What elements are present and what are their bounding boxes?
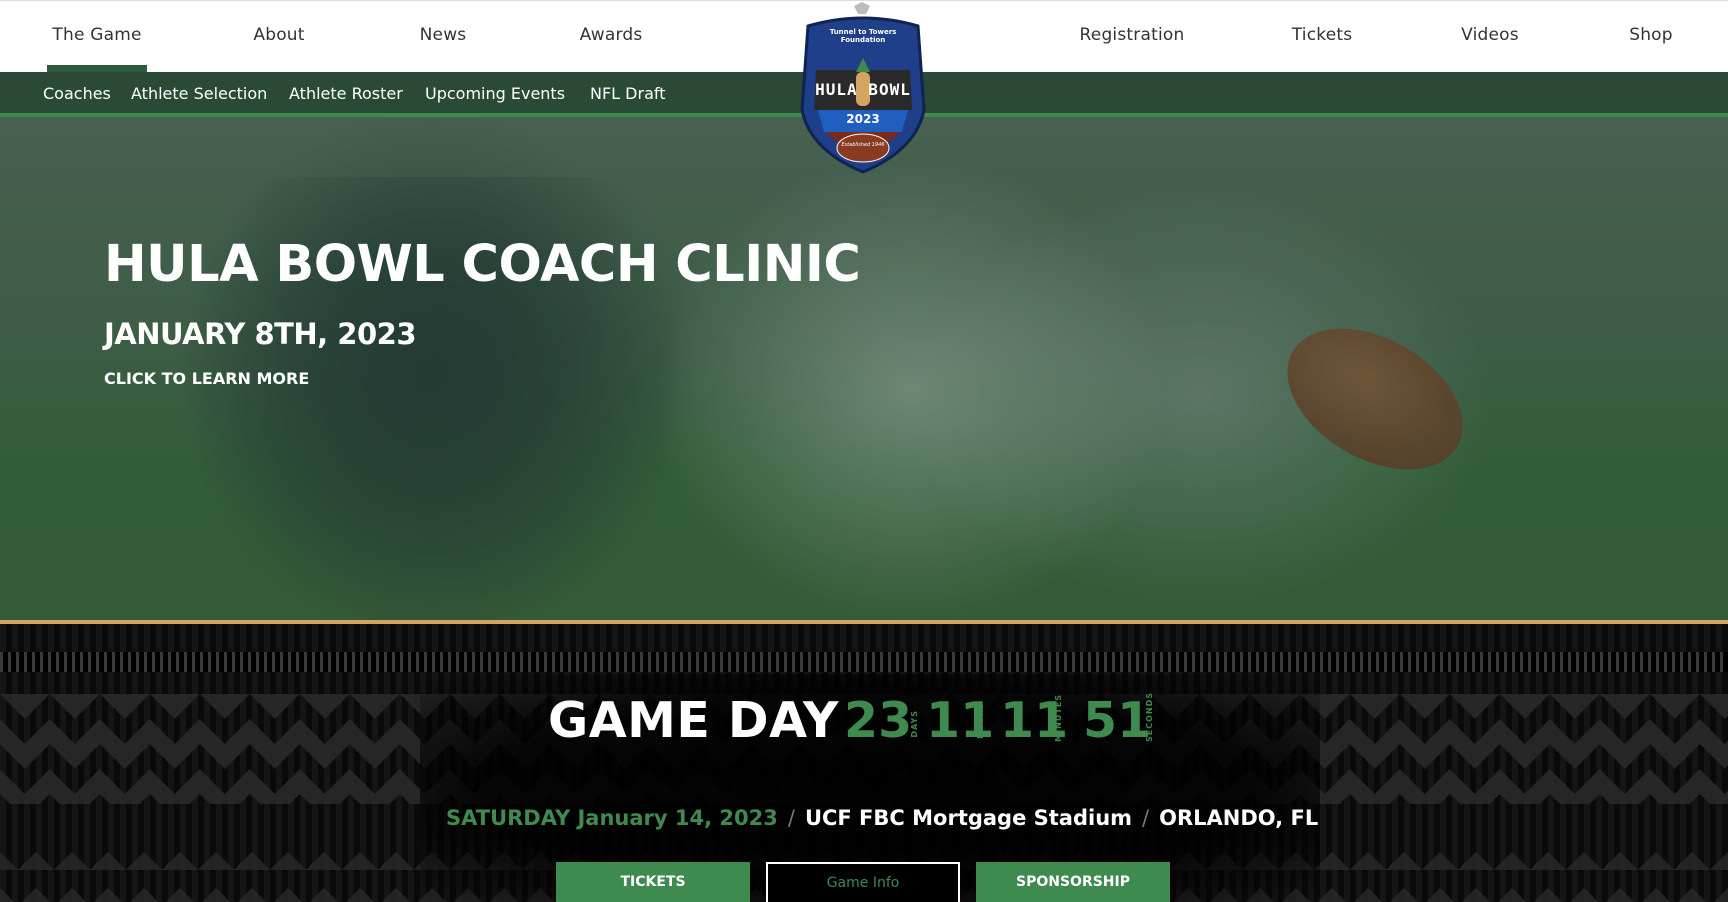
logo-name-text: HULA BOWL: [815, 80, 911, 99]
countdown-minutes-label: MINUTES: [1054, 694, 1063, 742]
countdown-days-label: DAYS: [910, 710, 919, 738]
game-info-button[interactable]: Game Info: [766, 862, 960, 902]
hero-banner[interactable]: HULA BOWL COACH CLINIC JANUARY 8TH, 2023…: [0, 117, 1728, 620]
countdown-days: 23: [844, 692, 913, 749]
nav-shop[interactable]: Shop: [1629, 25, 1673, 45]
separator: /: [787, 806, 795, 830]
subnav-coaches[interactable]: Coaches: [43, 84, 111, 103]
sponsorship-button[interactable]: SPONSORSHIP: [976, 862, 1170, 902]
subnav-upcoming-events[interactable]: Upcoming Events: [425, 84, 565, 103]
game-day-section: GAME DAY 23 DAYS 11 HOURS 11 MINUTES 51 …: [0, 620, 1728, 902]
nav-registration[interactable]: Registration: [1080, 25, 1185, 45]
nav-tickets[interactable]: Tickets: [1292, 25, 1353, 45]
countdown-seconds-label: SECONDS: [1145, 692, 1154, 742]
learn-more-link[interactable]: CLICK TO LEARN MORE: [104, 369, 309, 388]
logo-year-text: 2023: [846, 112, 880, 126]
game-venue: UCF FBC Mortgage Stadium: [804, 806, 1133, 830]
game-date: SATURDAY January 14, 2023: [446, 806, 778, 830]
nav-news[interactable]: News: [420, 25, 467, 45]
logo-established-text: Established 1946: [841, 142, 885, 148]
hero-title: HULA BOWL COACH CLINIC: [104, 235, 861, 294]
hula-bowl-logo[interactable]: Tunnel to Towers Foundation HULA BOWL 20…: [796, 0, 930, 176]
separator: /: [1142, 806, 1150, 830]
countdown-hours-label: HOURS: [976, 702, 985, 739]
game-day-label: GAME DAY: [548, 692, 839, 749]
game-info-line: SATURDAY January 14, 2023 / UCF FBC Mortga…: [446, 806, 1318, 830]
nav-videos[interactable]: Videos: [1461, 25, 1519, 45]
countdown-seconds: 51: [1083, 692, 1152, 749]
logo-sponsor-text: Tunnel to Towers Foundation: [829, 28, 897, 44]
subnav-nfl-draft[interactable]: NFL Draft: [590, 84, 666, 103]
subnav-athlete-selection[interactable]: Athlete Selection: [131, 84, 267, 103]
decorative-tick-pattern: [0, 652, 1728, 672]
subnav-athlete-roster[interactable]: Athlete Roster: [289, 84, 403, 103]
tickets-button[interactable]: TICKETS: [556, 862, 750, 902]
nav-the-game[interactable]: The Game: [52, 25, 141, 45]
game-location: ORLANDO, FL: [1159, 806, 1319, 830]
nav-awards[interactable]: Awards: [580, 25, 643, 45]
hero-date: JANUARY 8TH, 2023: [104, 317, 417, 351]
nav-about[interactable]: About: [253, 25, 304, 45]
